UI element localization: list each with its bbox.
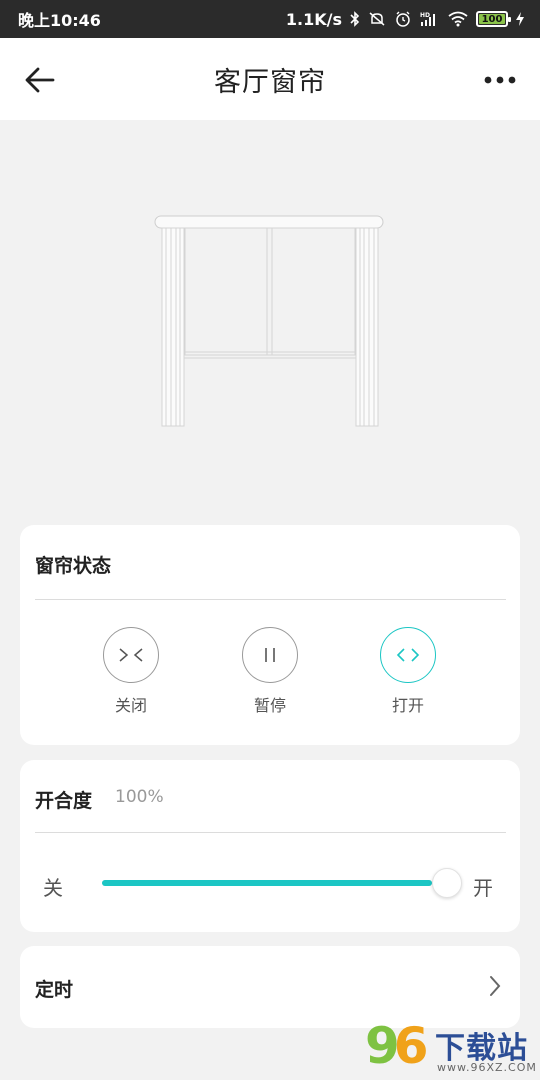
close-curtain-label: 关闭 — [114, 696, 147, 715]
openness-slider-fill — [102, 880, 432, 886]
open-curtain-button[interactable]: 打开 — [368, 627, 448, 716]
chevron-right-icon — [490, 976, 501, 996]
page-title: 客厅窗帘 — [214, 66, 326, 98]
status-time: 晚上10:46 — [18, 11, 101, 30]
slider-min-label: 关 — [43, 876, 63, 900]
app-header: 客厅窗帘 — [0, 38, 540, 120]
openness-title: 开合度 — [35, 790, 93, 812]
status-icons: 1.1K/s HD 100 — [286, 10, 524, 29]
pause-curtain-button[interactable]: 暂停 — [230, 627, 310, 716]
mute-icon — [368, 11, 386, 27]
openness-slider-track[interactable] — [102, 880, 432, 886]
alarm-icon — [394, 10, 412, 28]
charging-icon — [516, 12, 524, 26]
close-curtain-icon — [119, 648, 143, 662]
hd-label: HD — [420, 12, 430, 19]
slider-max-label: 开 — [473, 876, 493, 900]
status-bar: 晚上10:46 1.1K/s HD 100 — [0, 0, 540, 38]
wifi-icon — [448, 11, 468, 27]
watermark: 96 下载站 www.96XZ.COM — [365, 1015, 540, 1080]
battery-icon: 100 — [476, 11, 511, 27]
open-curtain-label: 打开 — [391, 696, 424, 715]
bluetooth-icon — [350, 11, 360, 27]
right-curtain — [355, 227, 379, 427]
timer-chevron[interactable] — [488, 974, 502, 1002]
battery-level: 100 — [481, 13, 503, 25]
pause-icon — [265, 648, 275, 662]
openness-card: 开合度 100% 关 开 — [20, 760, 520, 932]
more-button[interactable] — [480, 62, 520, 98]
left-curtain — [161, 227, 185, 427]
openness-value: 100% — [115, 787, 164, 807]
more-dots-icon — [484, 76, 516, 84]
curtain-status-card: 窗帘状态 关闭 暂停 打开 — [20, 525, 520, 745]
back-button[interactable] — [20, 62, 60, 98]
watermark-url: www.96XZ.COM — [437, 1061, 537, 1074]
curtain-illustration — [150, 208, 390, 438]
arrow-left-icon — [25, 67, 55, 93]
divider — [35, 599, 506, 600]
pause-curtain-label: 暂停 — [253, 696, 286, 715]
openness-slider-thumb[interactable] — [432, 868, 462, 898]
network-speed: 1.1K/s — [285, 9, 342, 29]
watermark-logo: 96 — [365, 1017, 429, 1075]
curtain-status-title: 窗帘状态 — [35, 555, 112, 577]
divider — [35, 832, 506, 833]
open-curtain-icon — [396, 648, 420, 662]
close-curtain-button[interactable]: 关闭 — [91, 627, 171, 716]
timer-title: 定时 — [35, 979, 74, 1001]
signal-icon: HD — [420, 11, 440, 27]
